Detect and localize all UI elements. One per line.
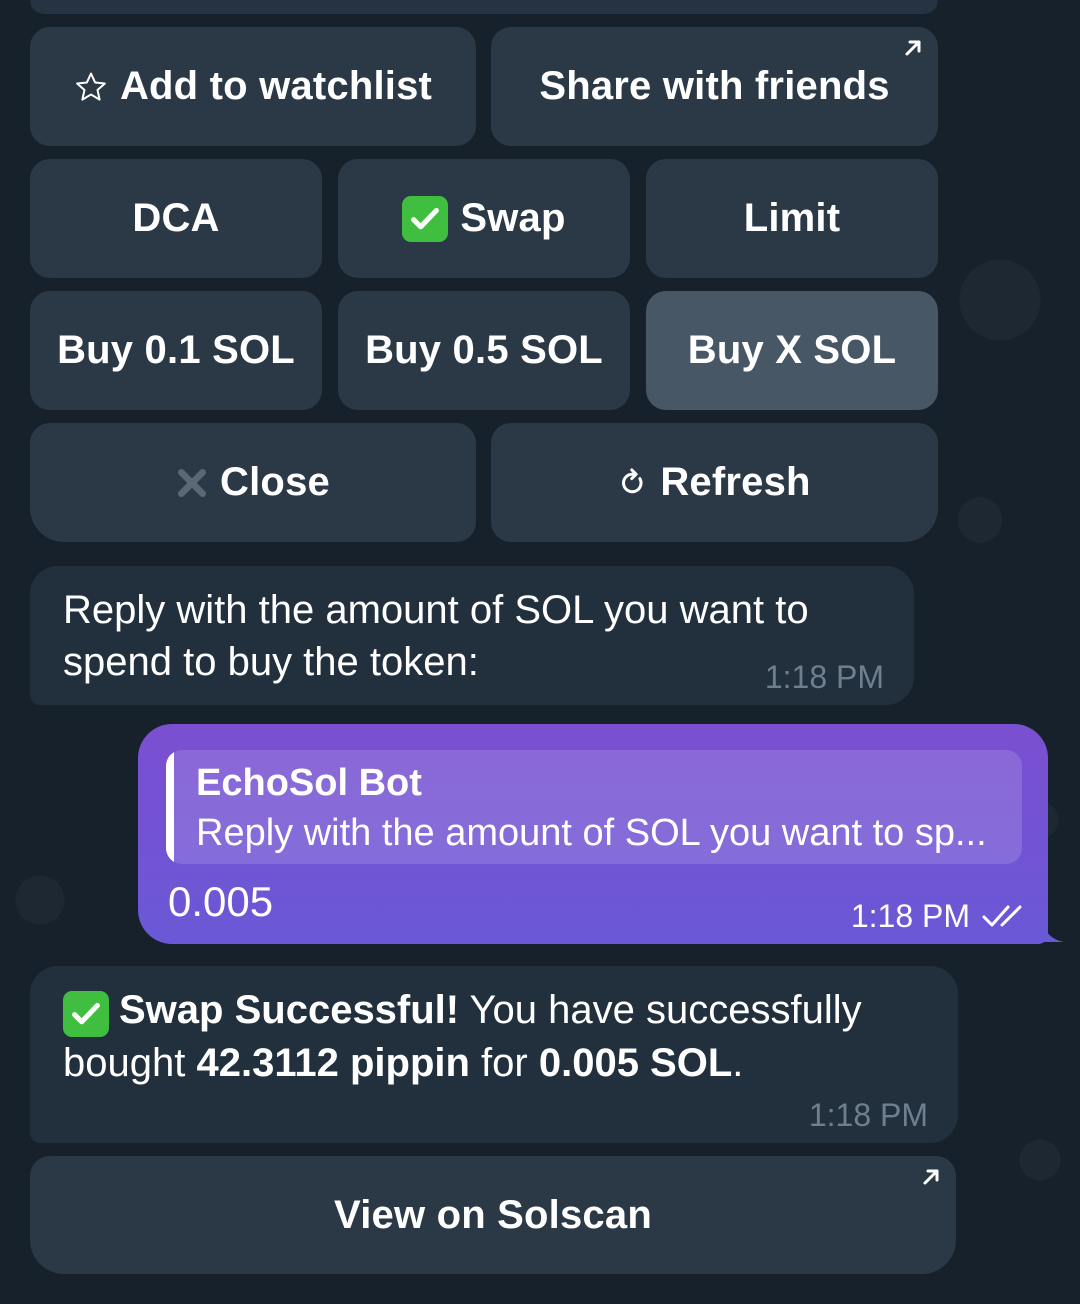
refresh-label: Refresh	[660, 460, 811, 504]
message-text: Swap Successful! You have successfully b…	[63, 988, 862, 1085]
check-mark-emoji-icon	[402, 195, 449, 242]
buy-x-sol-label: Buy X SOL	[687, 328, 897, 372]
incoming-message: Reply with the amount of SOL you want to…	[30, 566, 914, 705]
previous-message-edge	[30, 0, 938, 14]
add-to-watchlist-button[interactable]: Add to watchlist	[30, 27, 476, 146]
limit-button[interactable]: Limit	[646, 159, 938, 278]
message-text: Reply with the amount of SOL you want to…	[63, 588, 809, 684]
quote-sender-name: EchoSol Bot	[196, 762, 422, 804]
dca-label: DCA	[132, 196, 220, 240]
external-arrow-icon	[923, 1169, 939, 1185]
outgoing-bubble-tail	[1040, 918, 1064, 942]
close-label: Close	[220, 460, 330, 504]
add-to-watchlist-label: Add to watchlist	[119, 64, 433, 108]
buy-0-1-sol-label: Buy 0.1 SOL	[57, 328, 295, 372]
share-with-friends-button[interactable]: Share with friends	[491, 27, 938, 146]
reply-quote[interactable]: EchoSol Bot Reply with the amount of SOL…	[166, 750, 1022, 864]
limit-label: Limit	[743, 196, 841, 240]
buy-0-1-sol-button[interactable]: Buy 0.1 SOL	[30, 291, 322, 410]
double-check-read-icon	[982, 905, 1022, 927]
buy-0-5-sol-button[interactable]: Buy 0.5 SOL	[338, 291, 630, 410]
message-text: 0.005	[168, 878, 274, 925]
message-timestamp: 1:18 PM	[808, 1097, 928, 1133]
token-amount: 42.3112 pippin	[196, 1041, 470, 1085]
swap-button[interactable]: Swap	[338, 159, 630, 278]
quote-accent-bar	[166, 750, 174, 864]
quote-text: Reply with the amount of SOL you want to…	[196, 812, 987, 854]
dca-button[interactable]: DCA	[30, 159, 322, 278]
swap-label: Swap	[460, 196, 566, 240]
outgoing-message: EchoSol Bot Reply with the amount of SOL…	[138, 724, 1048, 944]
refresh-button[interactable]: Refresh	[491, 423, 938, 542]
view-on-solscan-label: View on Solscan	[334, 1192, 652, 1237]
message-timestamp: 1:18 PM	[850, 898, 970, 934]
sol-amount: 0.005 SOL	[538, 1041, 733, 1085]
refresh-icon	[618, 467, 648, 498]
swap-successful-title: Swap Successful!	[119, 988, 460, 1032]
close-button[interactable]: Close	[30, 423, 476, 542]
external-arrow-icon	[905, 40, 921, 56]
message-timestamp: 1:18 PM	[764, 659, 884, 695]
view-on-solscan-button[interactable]: View on Solscan	[30, 1156, 956, 1274]
star-outline-icon	[74, 70, 108, 104]
incoming-message-swap-result: Swap Successful! You have successfully b…	[30, 966, 958, 1143]
cross-mark-icon	[176, 467, 208, 499]
buy-0-5-sol-label: Buy 0.5 SOL	[365, 328, 603, 372]
buy-x-sol-button[interactable]: Buy X SOL	[646, 291, 938, 410]
check-mark-emoji-icon	[63, 991, 109, 1037]
share-with-friends-label: Share with friends	[539, 64, 890, 108]
